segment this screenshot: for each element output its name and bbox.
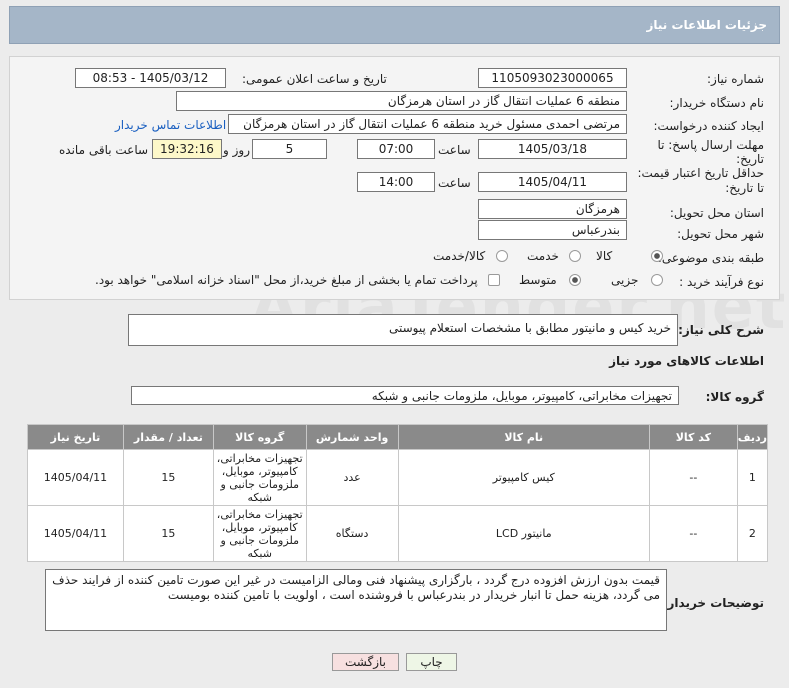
- col-header-code: کد کالا: [648, 424, 738, 450]
- page-title: جزئیات اطلاعات نیاز: [646, 18, 767, 32]
- process-radio-medium[interactable]: [569, 274, 581, 286]
- validity-time-label: ساعت: [438, 176, 471, 190]
- validity-label: حداقل تاریخ اعتبار قیمت:: [637, 166, 764, 180]
- cell-group: تجهیزات مخابراتی، کامپیوتر، موبایل، ملزو…: [212, 449, 307, 506]
- buyer-contact-link[interactable]: اطلاعات تماس خریدار: [115, 118, 226, 132]
- process-option-medium: متوسط: [519, 273, 557, 287]
- category-radio-service[interactable]: [569, 250, 581, 262]
- buyer-org-field: منطقه 6 عملیات انتقال گاز در استان هرمزگ…: [176, 91, 627, 111]
- goods-group-field: تجهیزات مخابراتی، کامپیوتر، موبایل، ملزو…: [131, 386, 679, 405]
- validity-date-label: تا تاریخ:: [725, 181, 764, 195]
- cell-code: --: [648, 449, 738, 506]
- col-header-name: نام کالا: [397, 424, 650, 450]
- category-option-goods: کالا: [596, 249, 613, 263]
- creator-field: مرتضی احمدی مسئول خرید منطقه 6 عملیات ان…: [228, 114, 627, 134]
- cell-date: 1405/04/11: [27, 449, 124, 506]
- buyer-notes-label: توضیحات خریدار:: [662, 596, 764, 610]
- process-radio-minor[interactable]: [651, 274, 663, 286]
- need-number-field: 1105093023000065: [478, 68, 627, 88]
- days-label: روز و: [223, 143, 250, 157]
- remaining-time-label: ساعت باقی مانده: [59, 143, 149, 157]
- treasury-payment-note: پرداخت تمام یا بخشی از مبلغ خرید،از محل …: [95, 273, 478, 287]
- category-label: طبقه بندی موضوعی:: [657, 251, 764, 265]
- reply-time-field: 07:00: [357, 139, 435, 159]
- category-radio-goods[interactable]: [651, 250, 663, 262]
- col-header-group: گروه کالا: [212, 424, 307, 450]
- creator-label: ایجاد کننده درخواست:: [653, 119, 764, 133]
- remaining-time-field: 19:32:16: [152, 139, 222, 159]
- cell-qty: 15: [122, 505, 214, 562]
- reply-deadline-label: مهلت ارسال پاسخ: تا: [657, 138, 764, 152]
- cell-row: 1: [736, 449, 769, 506]
- col-header-qty: تعداد / مقدار: [122, 424, 214, 450]
- category-option-goods-service: کالا/خدمت: [433, 249, 486, 263]
- cell-date: 1405/04/11: [27, 505, 124, 562]
- back-button[interactable]: بازگشت: [332, 653, 399, 671]
- treasury-payment-checkbox[interactable]: [488, 274, 500, 286]
- col-header-unit: واحد شمارش: [305, 424, 399, 450]
- need-number-label: شماره نیاز:: [707, 72, 764, 86]
- province-field: هرمزگان: [478, 199, 627, 219]
- need-summary-label: شرح کلی نیاز:: [678, 323, 764, 337]
- process-option-minor: جزیی: [611, 273, 639, 287]
- table-row: 2 -- مانیتور LCD دستگاه تجهیزات مخابراتی…: [27, 505, 769, 562]
- reply-deadline-date-label: تاریخ:: [736, 152, 764, 166]
- province-label: استان محل تحویل:: [669, 206, 764, 220]
- buyer-notes-field: قیمت بدون ارزش افزوده درج گردد ، بارگزار…: [45, 569, 667, 631]
- cell-unit: عدد: [305, 449, 399, 506]
- header-bar: جزئیات اطلاعات نیاز: [9, 6, 780, 44]
- cell-name: مانیتور LCD: [397, 505, 650, 562]
- category-option-service: خدمت: [527, 249, 559, 263]
- cell-row: 2: [736, 505, 769, 562]
- col-header-row: ردیف: [736, 424, 769, 450]
- days-remaining-field: 5: [252, 139, 327, 159]
- cell-group: تجهیزات مخابراتی، کامپیوتر، موبایل، ملزو…: [212, 505, 307, 562]
- goods-info-title: اطلاعات کالاهای مورد نیاز: [609, 354, 764, 368]
- validity-date-field: 1405/04/11: [478, 172, 627, 192]
- category-radio-goods-service[interactable]: [496, 250, 508, 262]
- announce-date-field: 1405/03/12 - 08:53: [75, 68, 226, 88]
- print-button[interactable]: چاپ: [406, 653, 457, 671]
- cell-unit: دستگاه: [305, 505, 399, 562]
- table-header-row: ردیف کد کالا نام کالا واحد شمارش گروه کا…: [27, 424, 769, 450]
- need-summary-field: خرید کیس و مانیتور مطابق با مشخصات استعل…: [128, 314, 678, 346]
- process-type-label: نوع فرآیند خرید :: [679, 275, 764, 289]
- city-field: بندرعباس: [478, 220, 627, 240]
- table-row: 1 -- کیس کامپیوتر عدد تجهیزات مخابراتی، …: [27, 449, 769, 506]
- col-header-date: تاریخ نیاز: [27, 424, 124, 450]
- cell-code: --: [648, 505, 738, 562]
- cell-name: کیس کامپیوتر: [397, 449, 650, 506]
- items-table: ردیف کد کالا نام کالا واحد شمارش گروه کا…: [27, 424, 769, 562]
- reply-date-field: 1405/03/18: [478, 139, 627, 159]
- city-label: شهر محل تحویل:: [677, 227, 764, 241]
- goods-group-label: گروه کالا:: [705, 390, 764, 404]
- announce-date-label: تاریخ و ساعت اعلان عمومی:: [242, 72, 387, 86]
- cell-qty: 15: [122, 449, 214, 506]
- buyer-org-label: نام دستگاه خریدار:: [669, 96, 765, 110]
- reply-time-label: ساعت: [438, 143, 471, 157]
- validity-time-field: 14:00: [357, 172, 435, 192]
